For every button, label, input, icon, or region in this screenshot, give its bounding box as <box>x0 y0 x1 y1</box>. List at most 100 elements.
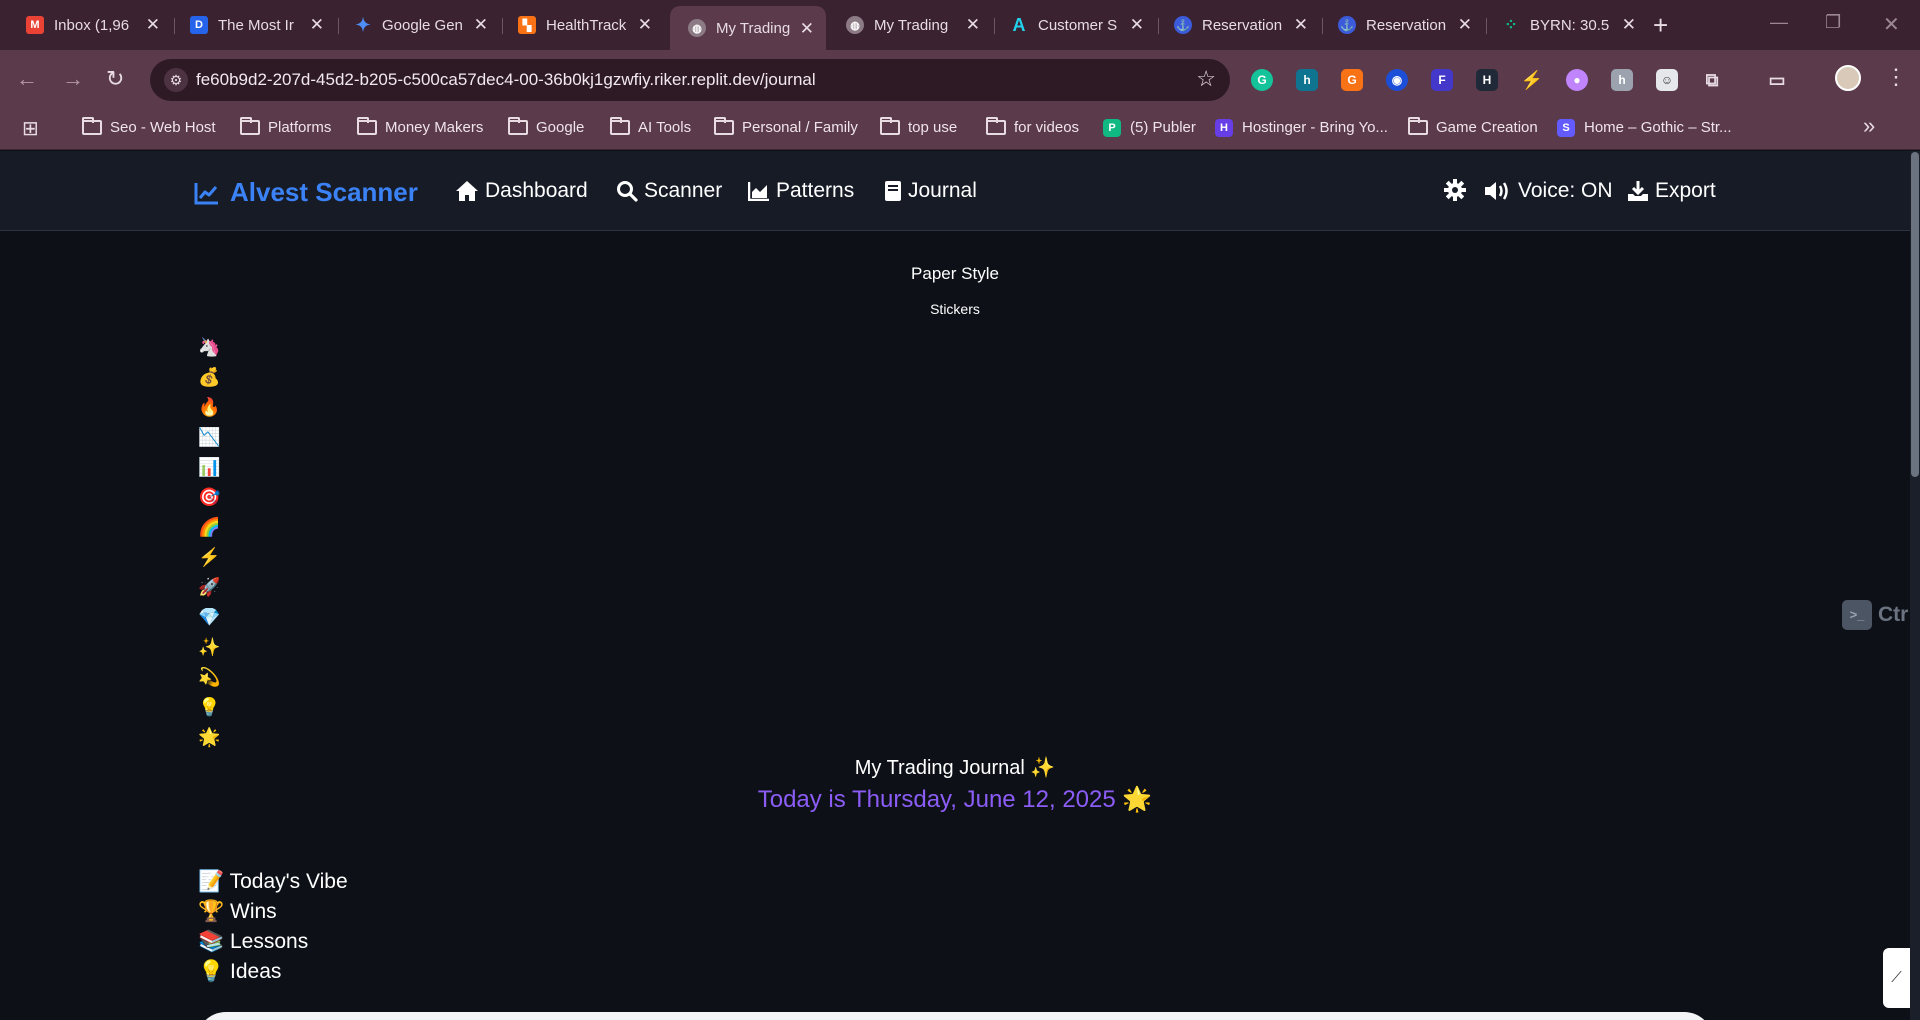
bookmark-stripe[interactable]: S Home – Gothic – Str... <box>1556 118 1732 137</box>
bookmark-label: Personal / Family <box>742 119 858 136</box>
bookmark-star-icon[interactable]: ☆ <box>1196 66 1216 92</box>
sticker-bulb[interactable]: 💡 <box>198 697 220 717</box>
nav-patterns[interactable]: Patterns <box>748 179 854 203</box>
site-info-icon[interactable]: ⚙ <box>164 68 188 92</box>
bookmarks-overflow-icon[interactable]: » <box>1863 113 1875 139</box>
sticker-bar-chart[interactable]: 📊 <box>198 457 220 477</box>
sticker-star[interactable]: 🌟 <box>198 727 220 747</box>
url-text[interactable]: fe60b9d2-207d-45d2-b205-c500ca57dec4-00-… <box>196 70 816 90</box>
reload-icon[interactable]: ↻ <box>106 66 124 92</box>
minimize-icon[interactable]: — <box>1770 12 1788 33</box>
voice-toggle[interactable]: Voice: ON <box>1484 179 1613 203</box>
sticker-rocket[interactable]: 🚀 <box>198 577 220 597</box>
tab-close-icon[interactable]: ✕ <box>966 15 980 35</box>
extension-icon[interactable]: ☺ <box>1656 69 1678 91</box>
browser-toolbar: ← → ↻ ⚙ fe60b9d2-207d-45d2-b205-c500ca57… <box>0 50 1920 110</box>
stripe-icon: S <box>1557 118 1575 137</box>
tab-close-icon[interactable]: ✕ <box>1622 15 1636 35</box>
profile-avatar[interactable] <box>1835 65 1861 91</box>
brand-link[interactable]: Alvest Scanner <box>194 177 418 208</box>
tab-close-icon[interactable]: ✕ <box>1130 15 1144 35</box>
extension-icon[interactable]: h <box>1611 69 1633 91</box>
section-label: Wins <box>230 900 277 923</box>
restore-icon[interactable]: ❐ <box>1825 12 1841 33</box>
extension-icon[interactable]: ◉ <box>1386 69 1408 91</box>
bookmark-folder[interactable]: Seo - Web Host <box>82 117 216 136</box>
nav-label: Export <box>1655 179 1716 202</box>
settings-button[interactable] <box>1444 179 1472 201</box>
browser-tab[interactable]: ⚓ Reservation ✕ <box>1320 8 1484 42</box>
extension-icon[interactable]: h <box>1296 69 1318 91</box>
tab-close-icon[interactable]: ✕ <box>146 15 160 35</box>
tab-close-icon[interactable]: ✕ <box>310 15 324 35</box>
sticker-fire[interactable]: 🔥 <box>198 397 220 417</box>
puzzle-extensions-icon[interactable]: ⧉ <box>1701 69 1723 91</box>
extension-icon[interactable]: G <box>1341 69 1363 91</box>
sticker-dizzy[interactable]: 💫 <box>198 667 220 687</box>
browser-menu-icon[interactable]: ⋮ <box>1885 64 1907 90</box>
sticker-gem[interactable]: 💎 <box>198 607 220 627</box>
browser-tab[interactable]: D The Most Ir ✕ <box>172 8 336 42</box>
bookmark-folder[interactable]: top use <box>880 117 957 136</box>
back-arrow-icon[interactable]: ← <box>16 66 38 92</box>
tab-close-icon[interactable]: ✕ <box>1294 15 1308 35</box>
browser-tab[interactable]: M Inbox (1,96 ✕ <box>8 8 172 42</box>
nav-dashboard[interactable]: Dashboard <box>455 179 588 203</box>
bookmark-folder[interactable]: AI Tools <box>610 117 691 136</box>
section-lessons[interactable]: 📚 Lessons <box>198 930 308 954</box>
sticker-sparkles[interactable]: ✨ <box>198 637 220 657</box>
extension-icon[interactable]: H <box>1476 69 1498 91</box>
bookmark-folder[interactable]: Game Creation <box>1408 117 1538 136</box>
tab-search-icon[interactable]: ▭ <box>1766 69 1788 91</box>
section-ideas[interactable]: 💡 Ideas <box>198 960 281 984</box>
tab-close-icon[interactable]: ✕ <box>800 19 814 39</box>
extension-icon[interactable]: ● <box>1566 69 1588 91</box>
bookmark-hostinger[interactable]: H Hostinger - Bring Yo... <box>1214 118 1388 137</box>
journal-entry-card[interactable] <box>196 1012 1714 1020</box>
tab-close-icon[interactable]: ✕ <box>638 15 652 35</box>
scrollbar-thumb[interactable] <box>1911 152 1919 477</box>
bookmark-folder[interactable]: Google <box>508 117 584 136</box>
floating-hint: >_ Ctr <box>1842 600 1908 630</box>
browser-tab[interactable]: A Customer S ✕ <box>992 8 1156 42</box>
bookmark-folder[interactable]: for videos <box>986 117 1079 136</box>
sticker-lightning[interactable]: ⚡ <box>198 547 220 567</box>
browser-tab-active[interactable]: ◍ My Trading ✕ <box>670 6 826 50</box>
sticker-unicorn[interactable]: 🦄 <box>198 337 220 357</box>
forward-arrow-icon[interactable]: → <box>62 66 84 92</box>
browser-tab[interactable]: ⚓ Reservation ✕ <box>1156 8 1320 42</box>
nav-journal[interactable]: Journal <box>884 179 977 203</box>
grammarly-extension-icon[interactable]: G <box>1251 69 1273 91</box>
bookmark-folder[interactable]: Personal / Family <box>714 117 858 136</box>
side-widget-tab[interactable]: ⟋ <box>1883 948 1910 1008</box>
apps-grid-icon[interactable]: ⊞ <box>22 116 39 141</box>
bookmark-folder[interactable]: Money Makers <box>357 117 483 136</box>
section-todays-vibe[interactable]: 📝 Today's Vibe <box>198 870 348 894</box>
new-tab-plus-icon[interactable]: + <box>1653 10 1668 41</box>
widget-icon: ⟋ <box>1891 969 1902 986</box>
section-wins[interactable]: 🏆 Wins <box>198 900 277 924</box>
tab-close-icon[interactable]: ✕ <box>474 15 488 35</box>
gmail-icon: M <box>26 16 44 34</box>
date-heading: Today is Thursday, June 12, 2025 🌟 <box>757 786 1153 813</box>
nav-scanner[interactable]: Scanner <box>616 179 722 203</box>
sticker-rainbow[interactable]: 🌈 <box>198 517 220 537</box>
paper-style-label[interactable]: Paper Style <box>0 264 1910 284</box>
window-close-icon[interactable]: ✕ <box>1883 12 1900 37</box>
bolt-extension-icon[interactable]: ⚡ <box>1521 69 1543 91</box>
chart-line-icon <box>194 182 218 204</box>
browser-tab[interactable]: ✦ Google Gen ✕ <box>336 8 500 42</box>
address-bar[interactable]: ⚙ fe60b9d2-207d-45d2-b205-c500ca57dec4-0… <box>150 59 1230 101</box>
tab-close-icon[interactable]: ✕ <box>1458 15 1472 35</box>
sticker-money-bag[interactable]: 💰 <box>198 367 220 387</box>
sticker-target[interactable]: 🎯 <box>198 487 220 507</box>
bookmark-publer[interactable]: P (5) Publer <box>1102 118 1196 137</box>
extension-icon[interactable]: F <box>1431 69 1453 91</box>
export-button[interactable]: Export <box>1627 179 1716 203</box>
browser-tab[interactable]: ▚ HealthTrack ✕ <box>500 8 664 42</box>
browser-tab[interactable]: ◍ My Trading ✕ <box>828 8 992 42</box>
bookmark-folder[interactable]: Platforms <box>240 117 331 136</box>
tab-title: The Most Ir <box>218 16 294 34</box>
sticker-chart-down[interactable]: 📉 <box>198 427 220 447</box>
browser-tab[interactable]: ⁘ BYRN: 30.5 ✕ <box>1484 8 1648 42</box>
